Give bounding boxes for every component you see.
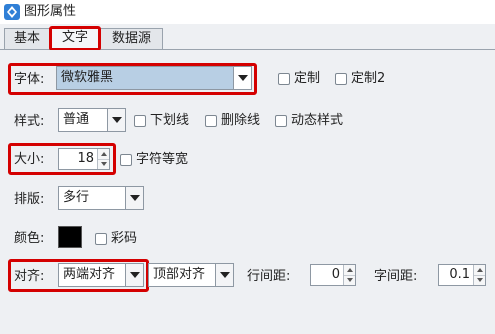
spinner-down-icon[interactable]: [474, 274, 485, 285]
font-select[interactable]: 微软雅黑: [56, 66, 252, 90]
custom2-checkbox-box[interactable]: [335, 73, 347, 85]
app-icon: [4, 4, 20, 20]
monospace-checkbox-label: 字符等宽: [136, 152, 189, 167]
horizontal-align-select[interactable]: 两端对齐: [58, 263, 144, 287]
line-spacing-value: 0: [331, 267, 340, 282]
layout-select-value: 多行: [63, 190, 90, 205]
underline-checkbox-box[interactable]: [134, 115, 146, 127]
spinner-up-icon[interactable]: [98, 149, 109, 159]
underline-checkbox[interactable]: 下划线: [134, 113, 189, 129]
tab-datasource[interactable]: 数据源: [100, 28, 163, 50]
style-label: 样式:: [14, 114, 45, 129]
color-swatch[interactable]: [58, 226, 82, 248]
line-spacing-spinner[interactable]: 0: [310, 264, 356, 286]
line-spacing-buttons: [343, 265, 355, 285]
horizontal-align-value: 两端对齐: [63, 267, 116, 282]
tab-text-label: 文字: [61, 30, 88, 45]
style-select-value: 普通: [63, 112, 90, 127]
custom-checkbox-box[interactable]: [278, 73, 290, 85]
size-label: 大小:: [14, 152, 45, 167]
monospace-checkbox[interactable]: 字符等宽: [120, 152, 188, 168]
layout-label: 排版:: [14, 192, 45, 207]
size-spinner-buttons: [97, 149, 109, 169]
size-spinner-value: 18: [77, 151, 94, 166]
tab-basic[interactable]: 基本: [4, 28, 50, 50]
spinner-down-icon[interactable]: [344, 274, 355, 285]
title-bar: 图形属性: [0, 0, 495, 24]
tab-basic-label: 基本: [13, 31, 40, 46]
font-select-value: 微软雅黑: [61, 70, 114, 85]
colorcode-checkbox[interactable]: 彩码: [95, 231, 137, 247]
style-select[interactable]: 普通: [58, 108, 126, 132]
layout-select[interactable]: 多行: [58, 186, 144, 210]
custom-checkbox[interactable]: 定制: [278, 71, 320, 87]
tab-datasource-label: 数据源: [111, 31, 151, 46]
chevron-down-icon[interactable]: [107, 109, 125, 131]
chevron-down-icon[interactable]: [215, 264, 233, 286]
spinner-up-icon[interactable]: [474, 265, 485, 275]
strikethrough-checkbox-label: 删除线: [221, 113, 261, 128]
vertical-align-value: 顶部对齐: [153, 267, 206, 282]
size-spinner[interactable]: 18: [58, 148, 110, 170]
tab-text[interactable]: 文字: [50, 27, 100, 50]
spinner-up-icon[interactable]: [344, 265, 355, 275]
chevron-down-icon[interactable]: [125, 264, 143, 286]
char-spacing-label: 字间距:: [374, 269, 418, 284]
align-label: 对齐:: [14, 269, 45, 284]
vertical-align-select[interactable]: 顶部对齐: [148, 263, 234, 287]
dynamic-style-checkbox[interactable]: 动态样式: [275, 113, 343, 129]
font-label: 字体:: [14, 72, 45, 87]
color-label: 颜色:: [14, 231, 45, 246]
custom-checkbox-label: 定制: [294, 71, 321, 86]
underline-checkbox-label: 下划线: [150, 113, 190, 128]
dynamic-style-checkbox-label: 动态样式: [291, 113, 344, 128]
chevron-down-icon[interactable]: [233, 67, 251, 89]
char-spacing-spinner[interactable]: 0.1: [438, 264, 486, 286]
line-spacing-label: 行间距:: [247, 269, 291, 284]
monospace-checkbox-box[interactable]: [120, 154, 132, 166]
dynamic-style-checkbox-box[interactable]: [275, 115, 287, 127]
char-spacing-buttons: [473, 265, 485, 285]
tab-bar: 基本 文字 数据源: [0, 24, 495, 50]
custom2-checkbox[interactable]: 定制2: [335, 71, 385, 87]
strikethrough-checkbox[interactable]: 删除线: [205, 113, 260, 129]
colorcode-checkbox-box[interactable]: [95, 233, 107, 245]
window-title: 图形属性: [24, 4, 77, 19]
char-spacing-value: 0.1: [449, 267, 470, 282]
colorcode-checkbox-label: 彩码: [111, 231, 138, 246]
custom2-checkbox-label: 定制2: [351, 71, 386, 86]
strikethrough-checkbox-box[interactable]: [205, 115, 217, 127]
spinner-down-icon[interactable]: [98, 158, 109, 169]
chevron-down-icon[interactable]: [125, 187, 143, 209]
